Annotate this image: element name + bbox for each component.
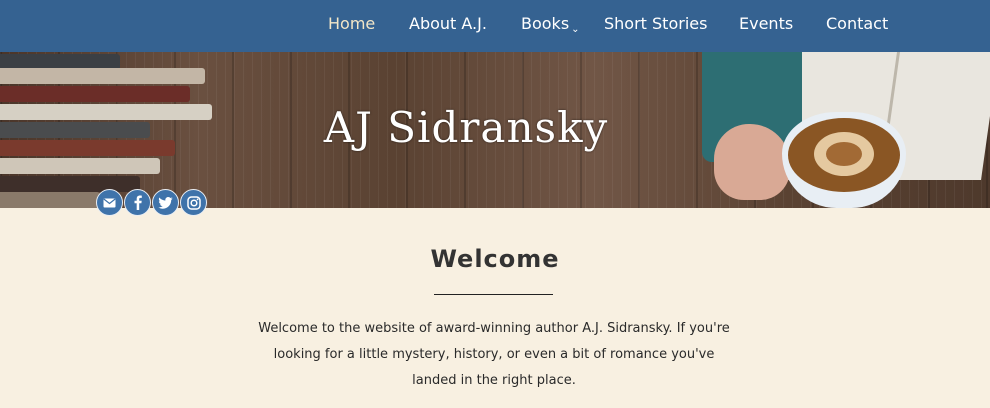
facebook-icon[interactable] — [124, 189, 151, 216]
hero-banner: AJ Sidransky — [0, 52, 990, 208]
nav-home[interactable]: Home — [328, 14, 375, 33]
welcome-paragraph: Welcome to the website of award-winning … — [258, 321, 730, 388]
nav-contact[interactable]: Contact — [826, 14, 888, 33]
twitter-icon[interactable] — [152, 189, 179, 216]
heading-divider — [434, 294, 553, 295]
nav-books-label: Books — [521, 14, 570, 33]
site-title[interactable]: AJ Sidransky — [324, 103, 609, 152]
main-navigation: Home About A.J. Books ⌄ Short Stories Eve… — [0, 0, 990, 52]
nav-short-stories[interactable]: Short Stories — [604, 14, 707, 33]
email-icon[interactable] — [96, 189, 123, 216]
welcome-heading: Welcome — [430, 245, 560, 273]
chevron-down-icon: ⌄ — [571, 24, 580, 35]
nav-about[interactable]: About A.J. — [409, 14, 487, 33]
nav-books[interactable]: Books ⌄ — [521, 14, 580, 35]
nav-events[interactable]: Events — [739, 14, 793, 33]
book-stack-image — [0, 52, 215, 208]
coffee-and-book-image — [702, 52, 990, 208]
instagram-icon[interactable] — [180, 189, 207, 216]
